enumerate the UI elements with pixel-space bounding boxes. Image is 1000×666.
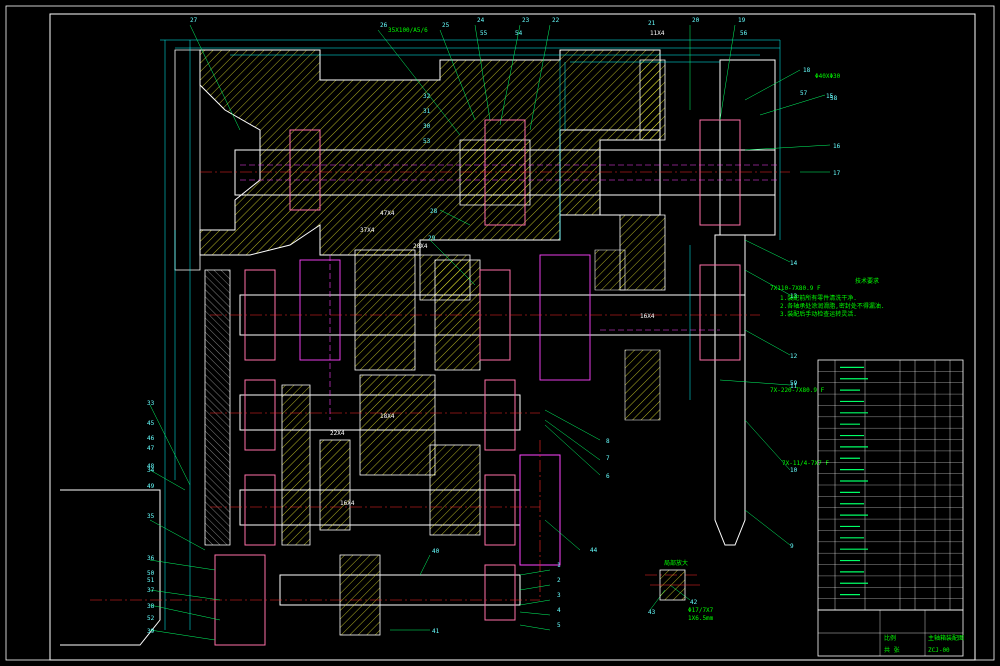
tech-line-2: 2.各轴承处涂润滑脂,密封处不得漏油. [780,302,884,310]
part-number-12: 12 [790,353,798,360]
gears [299,249,591,636]
part-number-23: 23 [522,17,530,24]
part-number-33: 33 [147,400,155,407]
detail-fit-label: Φ17/7X7 [688,607,714,614]
tech-line-1: 1.装配前所有零件清洗干净. [780,294,857,302]
bom-table [817,359,964,611]
part-number-54: 54 [515,30,523,37]
detail-title: 局部放大 [664,559,688,567]
fit-2-label: 7X-220-7X80.9 F [770,387,825,394]
part-number-36: 36 [147,555,155,562]
part-number-32: 32 [423,93,431,100]
part-number-3: 3 [557,592,561,599]
part-number-56: 56 [740,30,748,37]
part-number-59: 59 [790,380,798,387]
part-number-38: 38 [147,603,155,610]
sheet-label: 共 张 [884,646,900,654]
scale-label: 比例 [884,634,896,642]
part-number-40: 40 [432,548,440,555]
bottom-shaft-label: 16X4 [340,500,355,507]
part-number-41: 41 [432,628,440,635]
part-number-16: 16 [833,143,841,150]
part-number-45: 45 [147,420,155,427]
part-number-2: 2 [557,577,561,584]
part-number-17: 17 [833,170,841,177]
fit-3-label: 7X-11/4-7X7 F [782,460,829,467]
part-number-26: 26 [380,22,388,29]
part-number-25: 25 [442,22,450,29]
upper-mesh-label: 47X4 [380,210,395,217]
part-number-8: 8 [606,438,610,445]
part-number-19: 19 [738,17,746,24]
part-number-21: 21 [648,20,656,27]
part-number-43: 43 [648,609,656,616]
part-number-1: 1 [557,562,561,569]
spec-right-label: Φ40XΦ30 [815,73,841,80]
part-number-42: 42 [690,599,698,606]
part-number-51: 51 [147,577,155,584]
part-number-9: 9 [790,543,794,550]
low-gear-2-label: 22X4 [330,430,345,437]
part-number-47: 47 [147,445,155,452]
housing [60,49,776,646]
shaft-mark-label: 16X4 [640,313,655,320]
part-number-28: 28 [430,208,438,215]
detail-view [650,569,700,601]
part-number-20: 20 [692,17,700,24]
part-number-10: 10 [790,467,798,474]
part-number-30: 30 [423,123,431,130]
part-number-39: 39 [147,628,155,635]
low-gear-label: 18X4 [380,413,395,420]
part-number-46: 46 [147,435,155,442]
part-number-5: 5 [557,622,561,629]
part-number-27: 27 [190,17,198,24]
part-number-55: 55 [480,30,488,37]
part-number-29: 29 [428,235,436,242]
drawing-name: 主轴箱装配图 [928,634,964,642]
part-number-35: 35 [147,513,155,520]
part-number-18: 18 [803,67,811,74]
part-number-31: 31 [423,108,431,115]
bottom-shaft [279,574,521,606]
part-number-49: 49 [147,483,155,490]
part-number-7: 7 [606,455,610,462]
part-number-44: 44 [590,547,598,554]
part-number-37: 37 [147,587,155,594]
drawing-code: ZCJ-00 [928,647,950,654]
part-number-48: 48 [147,463,155,470]
top-gear-label: 11X4 [650,30,665,37]
part-number-6: 6 [606,473,610,480]
part-number-53: 53 [423,138,431,145]
detail-fit-2-label: 1X6.5mm [688,615,714,622]
part-number-4: 4 [557,607,561,614]
tech-heading: 技术要求 [855,277,879,285]
part-number-50: 50 [147,570,155,577]
part-number-24: 24 [477,17,485,24]
left-mesh-label: 37X4 [360,227,375,234]
part-number-22: 22 [552,17,560,24]
part-number-57: 57 [800,90,808,97]
gearbox-assembly-drawing: 1234567891011121314151617181920212223242… [5,5,995,661]
fit-1-label: 7X110-7X80.9 F [770,285,821,292]
mid-gear-label: 20X4 [413,243,428,250]
title-block: 主轴箱装配图 比例 共 张 ZCJ-00 [817,609,964,657]
part-number-14: 14 [790,260,798,267]
part-number-52: 52 [147,615,155,622]
top-fit-label: 35X100/A5/6 [388,27,428,34]
cad-canvas: 1 2 3 4 5 6 7 8 9 10 11 12 13 14 15 16 17 18 19 20 21 22 23 24 2… [0,0,1000,666]
part-number-58: 58 [830,95,838,102]
tech-line-3: 3.装配后手动检查运转灵活. [780,310,857,318]
